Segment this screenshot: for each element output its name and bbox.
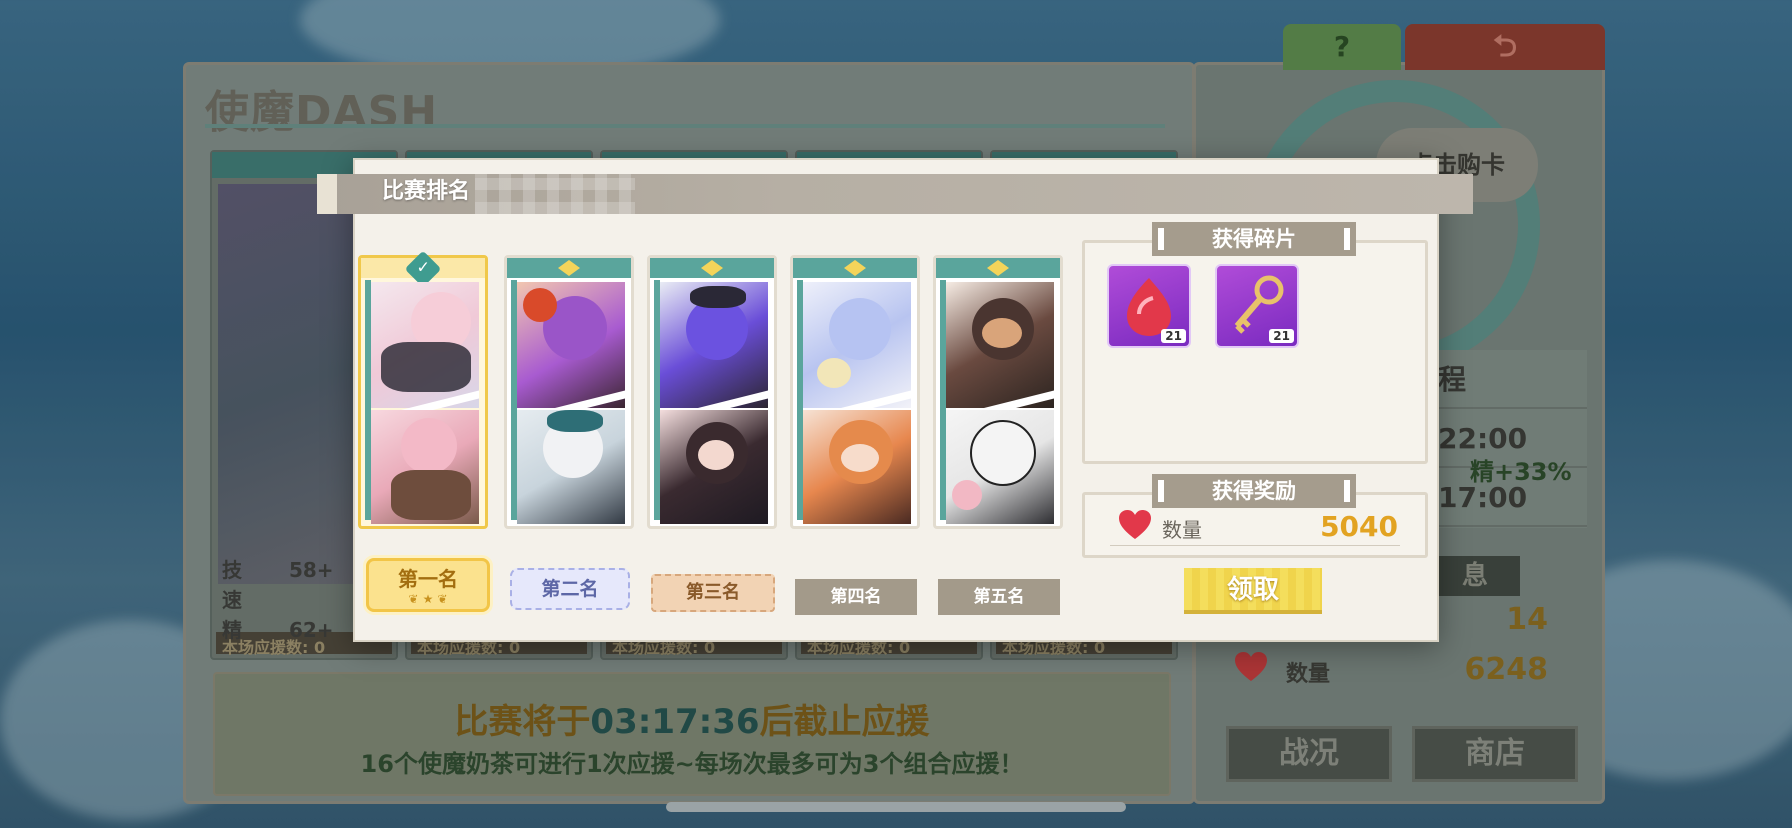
character-art (803, 410, 911, 524)
character-art (803, 282, 911, 408)
rewards-label: 获得奖励 (1152, 474, 1356, 508)
reward-quantity-value: 5040 (1320, 510, 1398, 543)
rank-badge-2: 第二名 (510, 568, 630, 610)
rank-card-2[interactable] (504, 255, 634, 529)
fragment-count: 21 (1269, 329, 1294, 343)
heart-icon (1119, 510, 1151, 539)
laurel-star-icon: ❦ ★ ❦ (408, 592, 448, 606)
rank-card-1[interactable]: ✓ (358, 250, 488, 529)
character-art (517, 282, 625, 408)
character-art (946, 282, 1054, 408)
rank-badge-1: 第一名 ❦ ★ ❦ (366, 558, 490, 612)
fragment-item-2[interactable]: 21 (1215, 264, 1299, 348)
fragments-label: 获得碎片 (1152, 222, 1356, 256)
fragment-count: 21 (1161, 329, 1186, 343)
character-art (946, 410, 1054, 524)
character-art (660, 410, 768, 524)
modal-title: 比赛排名 (382, 179, 471, 204)
home-indicator[interactable] (666, 802, 1126, 812)
rank-card-3[interactable] (647, 255, 777, 529)
modal-header (317, 174, 1473, 214)
rank-badge-3: 第三名 (651, 574, 775, 612)
reward-quantity-label: 数量 (1162, 518, 1202, 542)
character-art (660, 282, 768, 408)
claim-button[interactable]: 领取 (1184, 568, 1322, 614)
fragment-item-1[interactable]: 21 (1107, 264, 1191, 348)
reward-row: 数量 5040 (1110, 510, 1400, 546)
rank-badge-5: 第五名 (938, 579, 1060, 615)
character-art (371, 410, 479, 524)
rank-card-4[interactable] (790, 255, 920, 529)
character-art (371, 282, 479, 408)
rank-card-5[interactable] (933, 255, 1063, 529)
character-art (517, 410, 625, 524)
rank-badge-4: 第四名 (795, 579, 917, 615)
